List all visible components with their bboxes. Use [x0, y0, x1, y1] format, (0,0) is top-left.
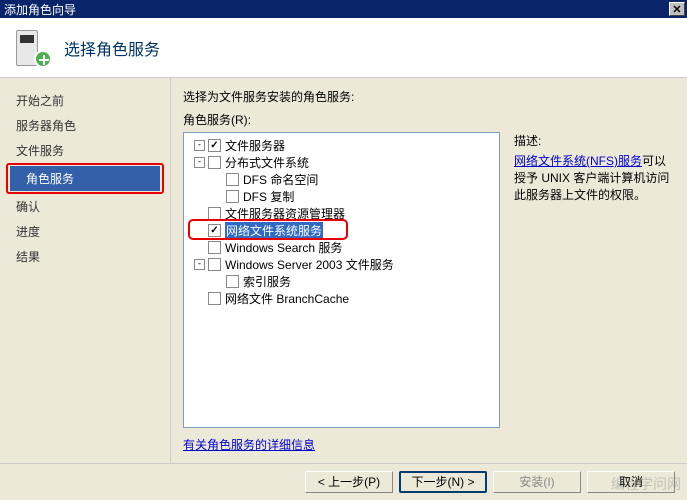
tree-node[interactable]: 文件服务器资源管理器 [186, 205, 497, 222]
sidebar-item[interactable]: 结果 [0, 244, 170, 269]
tree-node[interactable]: - Windows Server 2003 文件服务 [186, 256, 497, 273]
sidebar-item[interactable]: 角色服务 [10, 166, 160, 191]
wizard-icon [12, 28, 52, 68]
tree-node-label: DFS 命名空间 [243, 171, 318, 188]
page-title: 选择角色服务 [64, 36, 160, 60]
tree-node-label: 分布式文件系统 [225, 154, 309, 171]
sidebar-item[interactable]: 开始之前 [0, 88, 170, 113]
tree-node[interactable]: 索引服务 [186, 273, 497, 290]
window-title: 添加角色向导 [4, 1, 76, 18]
wizard-body: 开始之前服务器角色文件服务角色服务确认进度结果 选择为文件服务安装的角色服务: … [0, 78, 687, 463]
description-pane: 描述: 网络文件系统(NFS)服务可以授予 UNIX 客户端计算机访问此服务器上… [510, 132, 675, 428]
tree-node[interactable]: DFS 复制 [186, 188, 497, 205]
tree-node-label: DFS 复制 [243, 188, 294, 205]
titlebar: 添加角色向导 ✕ [0, 0, 687, 18]
role-services-tree[interactable]: - 文件服务器 - 分布式文件系统DFS 命名空间DFS 复制文件服务器资源管理器网络… [183, 132, 500, 428]
tree-node-label: 索引服务 [243, 273, 291, 290]
instructions-text: 选择为文件服务安装的角色服务: [183, 88, 675, 105]
sidebar-item[interactable]: 确认 [0, 194, 170, 219]
tree-node-label: Windows Server 2003 文件服务 [225, 256, 394, 273]
tree-checkbox[interactable] [208, 292, 221, 305]
tree-expander[interactable]: - [194, 140, 205, 151]
tree-checkbox[interactable] [208, 139, 221, 152]
tree-node[interactable]: 网络文件 BranchCache [186, 290, 497, 307]
sidebar-item[interactable]: 文件服务 [0, 138, 170, 163]
wizard-header: 选择角色服务 [0, 18, 687, 78]
close-button[interactable]: ✕ [669, 2, 685, 16]
install-button[interactable]: 安装(I) [493, 471, 581, 493]
tree-checkbox[interactable] [208, 156, 221, 169]
plus-icon [34, 50, 52, 68]
close-icon: ✕ [672, 3, 681, 16]
tree-node[interactable]: DFS 命名空间 [186, 171, 497, 188]
back-button[interactable]: < 上一步(P) [305, 471, 393, 493]
content-row: -文件服务器-分布式文件系统DFS 命名空间DFS 复制文件服务器资源管理器网络… [183, 132, 675, 428]
tree-checkbox[interactable] [208, 224, 221, 237]
wizard-sidebar: 开始之前服务器角色文件服务角色服务确认进度结果 [0, 78, 170, 463]
tree-expander[interactable]: - [194, 259, 205, 270]
cancel-button[interactable]: 取消 [587, 471, 675, 493]
tree-node-label: 网络文件系统服务 [225, 222, 323, 239]
tree-node-label: Windows Search 服务 [225, 239, 342, 256]
description-text: 网络文件系统(NFS)服务可以授予 UNIX 客户端计算机访问此服务器上文件的权… [514, 153, 671, 203]
sidebar-highlight: 角色服务 [6, 163, 164, 194]
description-link[interactable]: 网络文件系统(NFS)服务 [514, 154, 642, 168]
tree-node-label: 网络文件 BranchCache [225, 290, 349, 307]
tree-checkbox[interactable] [208, 207, 221, 220]
tree-node[interactable]: Windows Search 服务 [186, 239, 497, 256]
tree-node[interactable]: 网络文件系统服务 [186, 222, 497, 239]
more-info-link[interactable]: 有关角色服务的详细信息 [183, 438, 315, 452]
tree-checkbox[interactable] [208, 241, 221, 254]
description-title: 描述: [514, 132, 671, 149]
tree-node-label: 文件服务器资源管理器 [225, 205, 345, 222]
wizard-footer: < 上一步(P) 下一步(N) > 安装(I) 取消 [0, 463, 687, 499]
more-info-row: 有关角色服务的详细信息 [183, 436, 675, 453]
main-panel: 选择为文件服务安装的角色服务: 角色服务(R): -文件服务器-分布式文件系统D… [170, 78, 687, 463]
sidebar-item[interactable]: 服务器角色 [0, 113, 170, 138]
tree-node[interactable]: - 文件服务器 [186, 137, 497, 154]
tree-checkbox[interactable] [226, 275, 239, 288]
tree-node-label: 文件服务器 [225, 137, 285, 154]
tree-checkbox[interactable] [226, 190, 239, 203]
tree-checkbox[interactable] [226, 173, 239, 186]
tree-node[interactable]: - 分布式文件系统 [186, 154, 497, 171]
tree-expander[interactable]: - [194, 157, 205, 168]
roles-label: 角色服务(R): [183, 111, 675, 128]
sidebar-item[interactable]: 进度 [0, 219, 170, 244]
next-button[interactable]: 下一步(N) > [399, 471, 487, 493]
tree-checkbox[interactable] [208, 258, 221, 271]
